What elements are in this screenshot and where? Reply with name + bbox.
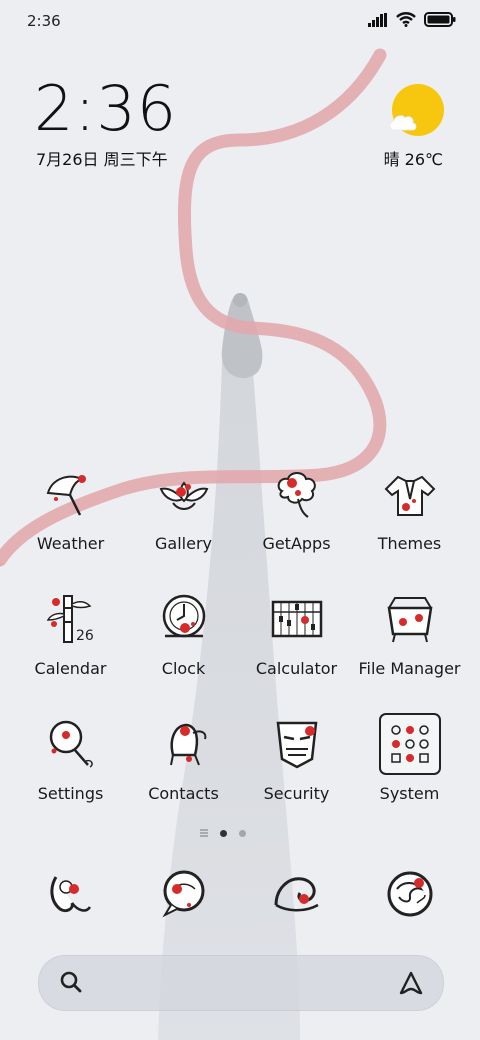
- weather-temperature[interactable]: 晴 26℃: [384, 146, 443, 170]
- app-clock[interactable]: Clock: [127, 587, 240, 712]
- status-icons: [368, 12, 456, 27]
- cloud-knot-icon: [277, 472, 316, 518]
- page-indicator[interactable]: [200, 829, 246, 837]
- app-label: File Manager: [358, 659, 461, 678]
- search-icon: [59, 970, 83, 998]
- app-system[interactable]: System: [353, 712, 466, 837]
- wifi-icon: [396, 12, 416, 27]
- system-grid-icon: [378, 713, 441, 775]
- mask-icon: [276, 721, 317, 769]
- bamboo-calendar-icon: 26: [46, 595, 94, 644]
- app-settings[interactable]: Settings: [14, 712, 127, 837]
- page-list-icon: [200, 829, 208, 837]
- app-label: Calculator: [255, 659, 338, 678]
- abacus-icon: [271, 600, 322, 638]
- sun-cloud-icon: [389, 84, 444, 136]
- app-grid: Weather Gallery GetApps Themes 26 Calend…: [14, 462, 466, 837]
- fan-icon: [49, 720, 93, 768]
- page-dot: [239, 829, 246, 837]
- app-label: Clock: [161, 659, 206, 678]
- signal-icon: [368, 12, 387, 27]
- app-file-manager[interactable]: File Manager: [353, 587, 466, 712]
- message-swirl-icon: [161, 870, 204, 918]
- dock-camera[interactable]: [353, 862, 466, 932]
- dock: [14, 862, 466, 932]
- clock-widget-date[interactable]: 7月26日 周三下午: [36, 146, 168, 170]
- app-calculator[interactable]: Calculator: [240, 587, 353, 712]
- app-label: Calendar: [34, 659, 107, 678]
- app-label: Security: [263, 784, 330, 803]
- page-dot-active: [220, 829, 227, 837]
- app-contacts[interactable]: Contacts: [127, 712, 240, 837]
- search-bar[interactable]: [38, 955, 444, 1011]
- browser-wave-icon: [274, 877, 319, 912]
- app-label: Themes: [377, 534, 442, 553]
- dock-browser[interactable]: [240, 862, 353, 932]
- calendar-date-badge: 26: [76, 628, 94, 644]
- lotus-icon: [159, 481, 208, 510]
- status-bar: 2:36: [0, 0, 480, 44]
- clock-widget-time[interactable]: 2:36: [34, 78, 177, 140]
- app-label: Gallery: [155, 534, 212, 553]
- basket-icon: [387, 597, 432, 643]
- warrior-icon: [169, 723, 206, 766]
- app-calendar[interactable]: 26 Calendar: [14, 587, 127, 712]
- app-getapps[interactable]: GetApps: [240, 462, 353, 587]
- app-label: GetApps: [262, 534, 331, 553]
- robe-icon: [384, 475, 435, 516]
- status-time: 2:36: [27, 12, 61, 30]
- umbrella-icon: [46, 475, 86, 516]
- camera-swirl-icon: [387, 871, 432, 917]
- clock-icon: [162, 594, 205, 638]
- dock-phone[interactable]: [14, 862, 127, 932]
- app-themes[interactable]: Themes: [353, 462, 466, 587]
- battery-icon: [424, 12, 456, 27]
- app-gallery[interactable]: Gallery: [127, 462, 240, 587]
- weather-widget[interactable]: [386, 84, 446, 144]
- app-label: Contacts: [148, 784, 219, 803]
- phone-swirl-icon: [49, 876, 91, 913]
- assistant-icon[interactable]: [397, 969, 425, 1001]
- app-label: Settings: [37, 784, 104, 803]
- app-label: System: [379, 784, 440, 803]
- app-label: Weather: [36, 534, 105, 553]
- app-security[interactable]: Security: [240, 712, 353, 837]
- app-weather[interactable]: Weather: [14, 462, 127, 587]
- dock-messages[interactable]: [127, 862, 240, 932]
